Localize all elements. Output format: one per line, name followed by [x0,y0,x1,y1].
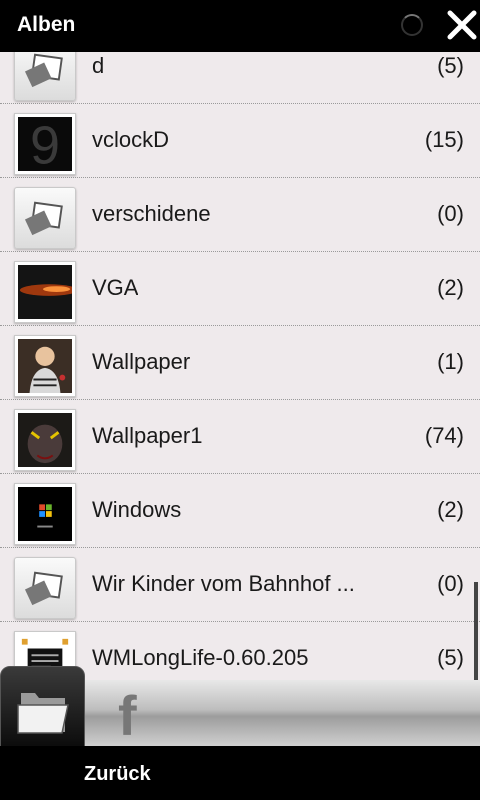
album-row[interactable]: VGA (2) [0,252,480,326]
album-thumbnail [14,335,76,397]
back-softkey[interactable]: Zurück [84,763,151,786]
album-name: VGA [92,275,139,300]
album-list[interactable]: d (5) 9 vclockD (15) verschidene (0) VGA… [0,52,480,680]
album-row[interactable]: 9 vclockD (15) [0,104,480,178]
album-row[interactable]: Windows (2) [0,474,480,548]
album-count: (2) [437,497,464,522]
album-placeholder-icon [14,187,76,249]
album-name: d [92,53,105,78]
album-count: (5) [437,645,464,670]
facebook-icon: f [118,684,137,747]
album-name: vclockD [92,127,170,152]
album-count: (0) [437,571,464,596]
close-icon[interactable] [445,8,479,42]
album-count: (74) [424,423,464,448]
album-row[interactable]: Wallpaper (1) [0,326,480,400]
tab-facebook[interactable]: f [118,688,137,744]
album-count: (5) [437,53,464,78]
album-count: (1) [437,349,464,374]
album-placeholder-icon [14,52,76,101]
tab-folder[interactable] [0,666,85,748]
album-name: Wallpaper1 [92,423,203,448]
svg-text:9: 9 [30,117,60,171]
album-name: verschidene [92,201,211,226]
folder-icon [17,693,69,734]
album-name: Windows [92,497,182,522]
album-thumbnail: 9 [14,113,76,175]
title-bar: Alben [0,0,480,52]
scrollbar[interactable] [474,582,478,680]
album-thumbnail [14,483,76,545]
album-name: WMLongLife-0.60.205 [92,645,309,670]
album-count: (15) [424,127,464,152]
album-thumbnail [14,409,76,471]
album-name: Wir Kinder vom Bahnhof ... [92,571,355,596]
album-row[interactable]: d (5) [0,52,480,104]
album-thumbnail [14,261,76,323]
album-count: (2) [437,275,464,300]
album-row[interactable]: Wallpaper1 (74) [0,400,480,474]
album-row[interactable]: verschidene (0) [0,178,480,252]
album-placeholder-icon [14,557,76,619]
album-name: Wallpaper [92,349,191,374]
page-title: Alben [17,13,76,36]
album-row[interactable]: Wir Kinder vom Bahnhof ... (0) [0,548,480,622]
softkey-bar: Zurück [0,746,480,800]
spinner-icon [401,14,423,36]
album-count: (0) [437,201,464,226]
